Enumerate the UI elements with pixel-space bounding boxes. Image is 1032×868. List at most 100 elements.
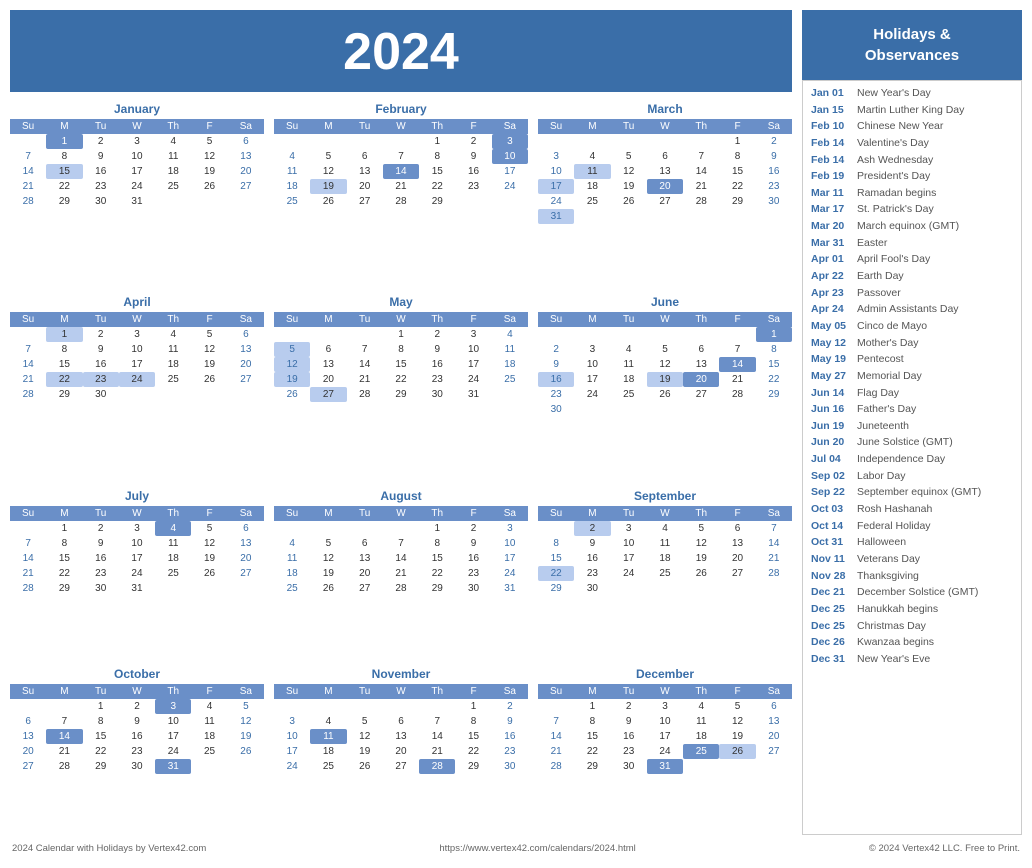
month-november: November SuMTuWThFSa 1 2 345678 bbox=[274, 667, 528, 835]
holiday-date: Jun 16 bbox=[811, 403, 853, 417]
page: 2024 January SuMTuWThFSa 1 2345 bbox=[0, 0, 1032, 868]
holiday-item: Dec 21 December Solstice (GMT) bbox=[811, 586, 1013, 600]
holiday-name: Flag Day bbox=[857, 387, 899, 401]
holiday-name: Christmas Day bbox=[857, 620, 926, 634]
holiday-item: Jun 16 Father's Day bbox=[811, 403, 1013, 417]
month-october: October SuMTuWThFSa 12 3 4 5 bbox=[10, 667, 264, 835]
month-title-july: July bbox=[10, 489, 264, 503]
holiday-item: Oct 03Rosh Hashanah bbox=[811, 503, 1013, 517]
holiday-name: Pentecost bbox=[857, 353, 904, 367]
month-june: June SuMTuWThFSa 1 234567 bbox=[538, 295, 792, 478]
holiday-name: Independence Day bbox=[857, 453, 945, 467]
holiday-date: Feb 14 bbox=[811, 137, 853, 151]
holidays-list: Jan 01New Year's Day Jan 15Martin Luther … bbox=[802, 80, 1022, 835]
holiday-date: Dec 31 bbox=[811, 653, 853, 667]
month-april: April SuMTuWThFSa 1 2345 6 bbox=[10, 295, 264, 478]
holiday-item: Oct 31Halloween bbox=[811, 536, 1013, 550]
year-header: 2024 bbox=[10, 10, 792, 92]
holiday-date: May 19 bbox=[811, 353, 853, 367]
holiday-name: Mother's Day bbox=[857, 337, 919, 351]
month-title-june: June bbox=[538, 295, 792, 309]
months-grid: January SuMTuWThFSa 1 2345 6 bbox=[10, 102, 792, 835]
month-august: August SuMTuWThFSa 12 3 456789 bbox=[274, 489, 528, 657]
holiday-date: Oct 03 bbox=[811, 503, 853, 517]
top-section: 2024 January SuMTuWThFSa 1 2345 bbox=[10, 10, 1022, 835]
holiday-item: Jul 04Independence Day bbox=[811, 453, 1013, 467]
holiday-item: Sep 02Labor Day bbox=[811, 470, 1013, 484]
month-september: September SuMTuWThFSa 2 3456 7 bbox=[538, 489, 792, 657]
holiday-name: April Fool's Day bbox=[857, 253, 930, 267]
month-march: March SuMTuWThFSa 1 2 345678 bbox=[538, 102, 792, 285]
calendar-section: 2024 January SuMTuWThFSa 1 2345 bbox=[10, 10, 792, 835]
holiday-item: Jan 15Martin Luther King Day bbox=[811, 104, 1013, 118]
holiday-date: Oct 31 bbox=[811, 536, 853, 550]
holiday-date: Apr 23 bbox=[811, 287, 853, 301]
holiday-item: Mar 17St. Patrick's Day bbox=[811, 203, 1013, 217]
holiday-item: Apr 22 Earth Day bbox=[811, 270, 1013, 284]
holiday-item: Sep 22September equinox (GMT) bbox=[811, 486, 1013, 500]
holiday-item: Dec 25 Christmas Day bbox=[811, 620, 1013, 634]
holiday-item: Feb 14Ash Wednesday bbox=[811, 154, 1013, 168]
holidays-header: Holidays &Observances bbox=[802, 10, 1022, 80]
holiday-date: Mar 31 bbox=[811, 237, 853, 251]
holiday-item: Feb 10Chinese New Year bbox=[811, 120, 1013, 134]
holiday-date: Jun 19 bbox=[811, 420, 853, 434]
holiday-date: Feb 10 bbox=[811, 120, 853, 134]
holiday-item: Jun 20June Solstice (GMT) bbox=[811, 436, 1013, 450]
holiday-name: December Solstice (GMT) bbox=[857, 586, 978, 600]
holiday-item: Jan 01New Year's Day bbox=[811, 87, 1013, 101]
holiday-item: May 27Memorial Day bbox=[811, 370, 1013, 384]
holiday-date: Dec 21 bbox=[811, 586, 853, 600]
holiday-name: Ramadan begins bbox=[857, 187, 936, 201]
holiday-name: September equinox (GMT) bbox=[857, 486, 981, 500]
holiday-name: Kwanzaa begins bbox=[857, 636, 934, 650]
holiday-name: Ash Wednesday bbox=[857, 154, 933, 168]
month-february: February SuMTuWThFSa 12 3 456789 bbox=[274, 102, 528, 285]
holiday-date: Mar 11 bbox=[811, 187, 853, 201]
holiday-date: Oct 14 bbox=[811, 520, 853, 534]
footer-left: 2024 Calendar with Holidays by Vertex42.… bbox=[12, 843, 206, 854]
month-title-february: February bbox=[274, 102, 528, 116]
footer-url: https://www.vertex42.com/calendars/2024.… bbox=[439, 843, 635, 854]
holiday-name: Admin Assistants Day bbox=[857, 303, 959, 317]
holiday-name: Father's Day bbox=[857, 403, 916, 417]
month-july: July SuMTuWThFSa 123 4 5 6 bbox=[10, 489, 264, 657]
holiday-date: Dec 25 bbox=[811, 603, 853, 617]
holiday-name: Federal Holiday bbox=[857, 520, 931, 534]
month-title-september: September bbox=[538, 489, 792, 503]
holiday-item: May 05Cinco de Mayo bbox=[811, 320, 1013, 334]
holiday-date: Nov 11 bbox=[811, 553, 853, 567]
holiday-date: May 12 bbox=[811, 337, 853, 351]
month-title-march: March bbox=[538, 102, 792, 116]
holiday-date: Dec 25 bbox=[811, 620, 853, 634]
holiday-name: Thanksgiving bbox=[857, 570, 919, 584]
holiday-item: May 19 Pentecost bbox=[811, 353, 1013, 367]
holiday-item: Nov 28Thanksgiving bbox=[811, 570, 1013, 584]
holiday-name: New Year's Eve bbox=[857, 653, 930, 667]
holiday-item: Apr 23Passover bbox=[811, 287, 1013, 301]
holiday-name: Easter bbox=[857, 237, 887, 251]
month-title-november: November bbox=[274, 667, 528, 681]
month-title-october: October bbox=[10, 667, 264, 681]
month-january: January SuMTuWThFSa 1 2345 6 bbox=[10, 102, 264, 285]
holidays-panel: Holidays &Observances Jan 01New Year's D… bbox=[802, 10, 1022, 835]
holiday-date: Mar 17 bbox=[811, 203, 853, 217]
holiday-item: Mar 20March equinox (GMT) bbox=[811, 220, 1013, 234]
holiday-date: Apr 01 bbox=[811, 253, 853, 267]
holiday-date: Apr 24 bbox=[811, 303, 853, 317]
holiday-item: Jun 19Juneteenth bbox=[811, 420, 1013, 434]
month-title-april: April bbox=[10, 295, 264, 309]
holiday-name: Earth Day bbox=[857, 270, 904, 284]
holiday-date: Apr 22 bbox=[811, 270, 853, 284]
holiday-name: March equinox (GMT) bbox=[857, 220, 959, 234]
holiday-item: Nov 11Veterans Day bbox=[811, 553, 1013, 567]
holiday-item: Dec 26Kwanzaa begins bbox=[811, 636, 1013, 650]
holiday-name: Martin Luther King Day bbox=[857, 104, 964, 118]
month-may: May SuMTuWThFSa 123 4 5 678 bbox=[274, 295, 528, 478]
holiday-name: New Year's Day bbox=[857, 87, 931, 101]
holiday-item: May 12 Mother's Day bbox=[811, 337, 1013, 351]
holiday-date: Jun 20 bbox=[811, 436, 853, 450]
holiday-item: Apr 24 Admin Assistants Day bbox=[811, 303, 1013, 317]
holiday-date: May 27 bbox=[811, 370, 853, 384]
holiday-name: Hanukkah begins bbox=[857, 603, 938, 617]
